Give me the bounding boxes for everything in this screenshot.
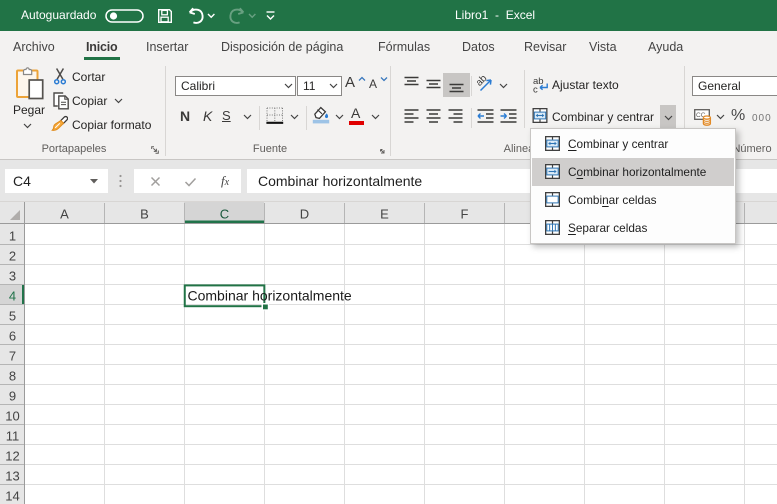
svg-text:7: 7 bbox=[9, 348, 16, 363]
svg-text:2: 2 bbox=[9, 248, 16, 263]
svg-text:4: 4 bbox=[9, 288, 16, 303]
svg-text:1: 1 bbox=[9, 228, 16, 243]
svg-text:A: A bbox=[60, 206, 69, 221]
svg-text:13: 13 bbox=[5, 468, 19, 483]
svg-text:C: C bbox=[220, 206, 229, 221]
svg-text:Combinar horizontalmente: Combinar horizontalmente bbox=[188, 288, 352, 304]
svg-text:6: 6 bbox=[9, 328, 16, 343]
svg-text:F: F bbox=[461, 206, 469, 221]
svg-text:14: 14 bbox=[5, 488, 19, 503]
svg-text:10: 10 bbox=[5, 408, 19, 423]
svg-text:11: 11 bbox=[6, 428, 20, 443]
svg-text:12: 12 bbox=[5, 448, 19, 463]
svg-text:8: 8 bbox=[9, 368, 16, 383]
svg-text:E: E bbox=[380, 206, 389, 221]
svg-text:D: D bbox=[300, 206, 309, 221]
svg-text:9: 9 bbox=[9, 388, 16, 403]
svg-text:c: c bbox=[533, 85, 538, 94]
svg-text:3: 3 bbox=[9, 268, 16, 283]
svg-text:B: B bbox=[140, 206, 149, 221]
svg-text:5: 5 bbox=[9, 308, 16, 323]
